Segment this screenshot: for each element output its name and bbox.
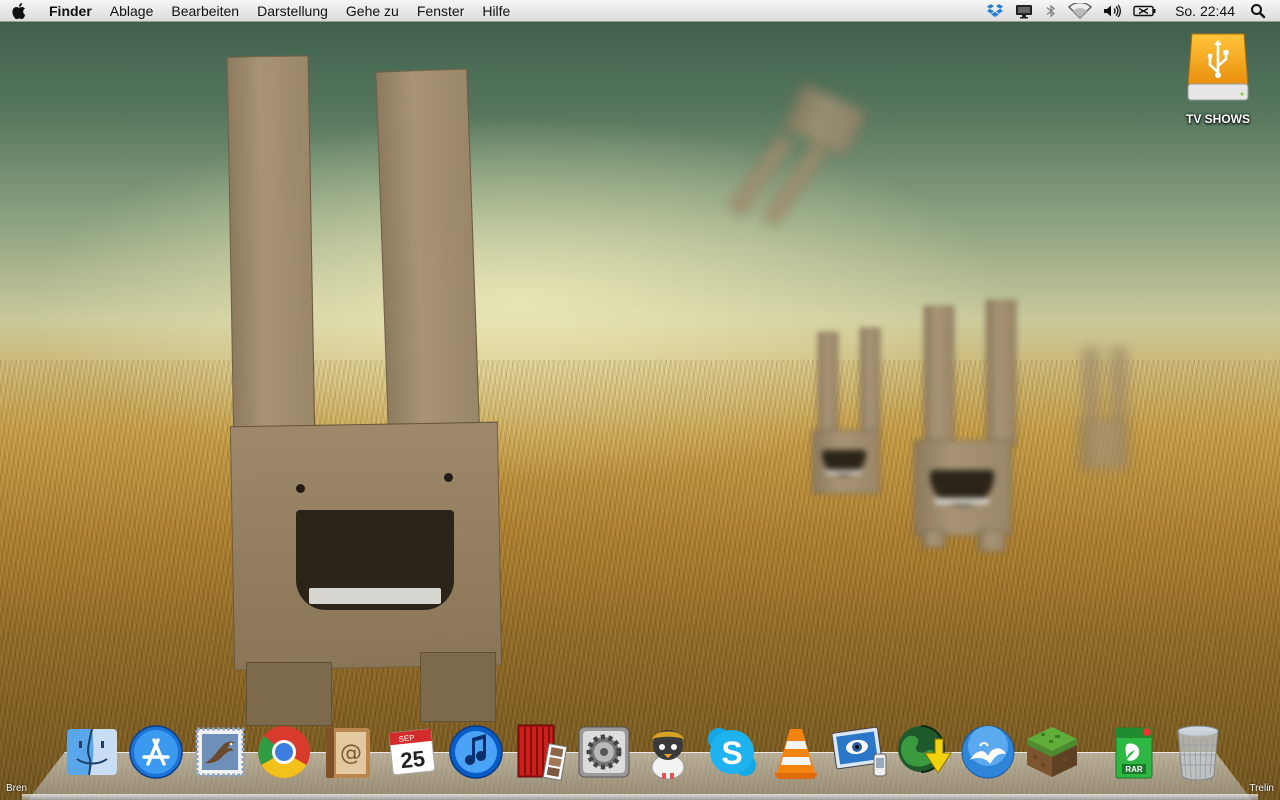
calendar-day: 25 xyxy=(399,746,426,773)
volume-icon[interactable] xyxy=(1097,0,1127,22)
menu-bar: Finder Ablage Bearbeiten Darstellung Geh… xyxy=(0,0,1280,22)
openoffice-icon[interactable] xyxy=(956,720,1020,784)
menu-finder[interactable]: Finder xyxy=(40,0,101,22)
svg-text:@: @ xyxy=(340,741,362,766)
finder-icon[interactable] xyxy=(60,720,124,784)
bluetooth-icon[interactable] xyxy=(1039,0,1063,22)
menu-darstellung[interactable]: Darstellung xyxy=(248,0,337,22)
display-icon[interactable] xyxy=(1009,0,1039,22)
dock-left-label: Bren xyxy=(6,783,28,794)
wifi-icon[interactable] xyxy=(1063,0,1097,22)
photo-booth-icon[interactable] xyxy=(508,720,572,784)
app-store-icon[interactable] xyxy=(124,720,188,784)
svg-text:S: S xyxy=(721,735,742,771)
tv-shows-drive[interactable]: TV SHOWS xyxy=(1176,30,1260,126)
address-book-icon[interactable]: @ xyxy=(316,720,380,784)
spotlight-icon[interactable] xyxy=(1245,0,1280,22)
preview-icon[interactable] xyxy=(828,720,892,784)
tv-shows-label: TV SHOWS xyxy=(1185,112,1250,126)
menu-gehe-zu[interactable]: Gehe zu xyxy=(337,0,408,22)
chrome-icon[interactable] xyxy=(252,720,316,784)
dropbox-icon[interactable] xyxy=(981,0,1009,22)
jdownloader-icon[interactable] xyxy=(892,720,956,784)
menu-bearbeiten[interactable]: Bearbeiten xyxy=(162,0,248,22)
dock: @ SEP 25 S RAR xyxy=(60,718,1230,784)
minecraft-icon[interactable] xyxy=(1020,720,1084,784)
apple-menu-icon[interactable] xyxy=(0,0,40,22)
mail-icon[interactable] xyxy=(188,720,252,784)
menu-ablage[interactable]: Ablage xyxy=(101,0,163,22)
menubar-clock[interactable]: So. 22:44 xyxy=(1163,3,1245,19)
calendar-month: SEP xyxy=(398,733,415,744)
battery-icon[interactable] xyxy=(1127,0,1163,22)
menu-hilfe[interactable]: Hilfe xyxy=(473,0,519,22)
system-preferences-icon[interactable] xyxy=(572,720,636,784)
skype-icon[interactable]: S xyxy=(700,720,764,784)
menu-fenster[interactable]: Fenster xyxy=(408,0,473,22)
calendar-icon[interactable]: SEP 25 xyxy=(380,720,444,784)
unrar-icon[interactable]: RAR xyxy=(1102,720,1166,784)
trash-icon[interactable] xyxy=(1166,720,1230,784)
usb-drive-icon xyxy=(1187,33,1249,101)
dock-shelf-edge xyxy=(22,794,1258,800)
dock-right-label: Trelin xyxy=(1249,783,1274,794)
adium-icon[interactable] xyxy=(636,720,700,784)
itunes-icon[interactable] xyxy=(444,720,508,784)
rar-label: RAR xyxy=(1125,765,1143,774)
vlc-icon[interactable] xyxy=(764,720,828,784)
